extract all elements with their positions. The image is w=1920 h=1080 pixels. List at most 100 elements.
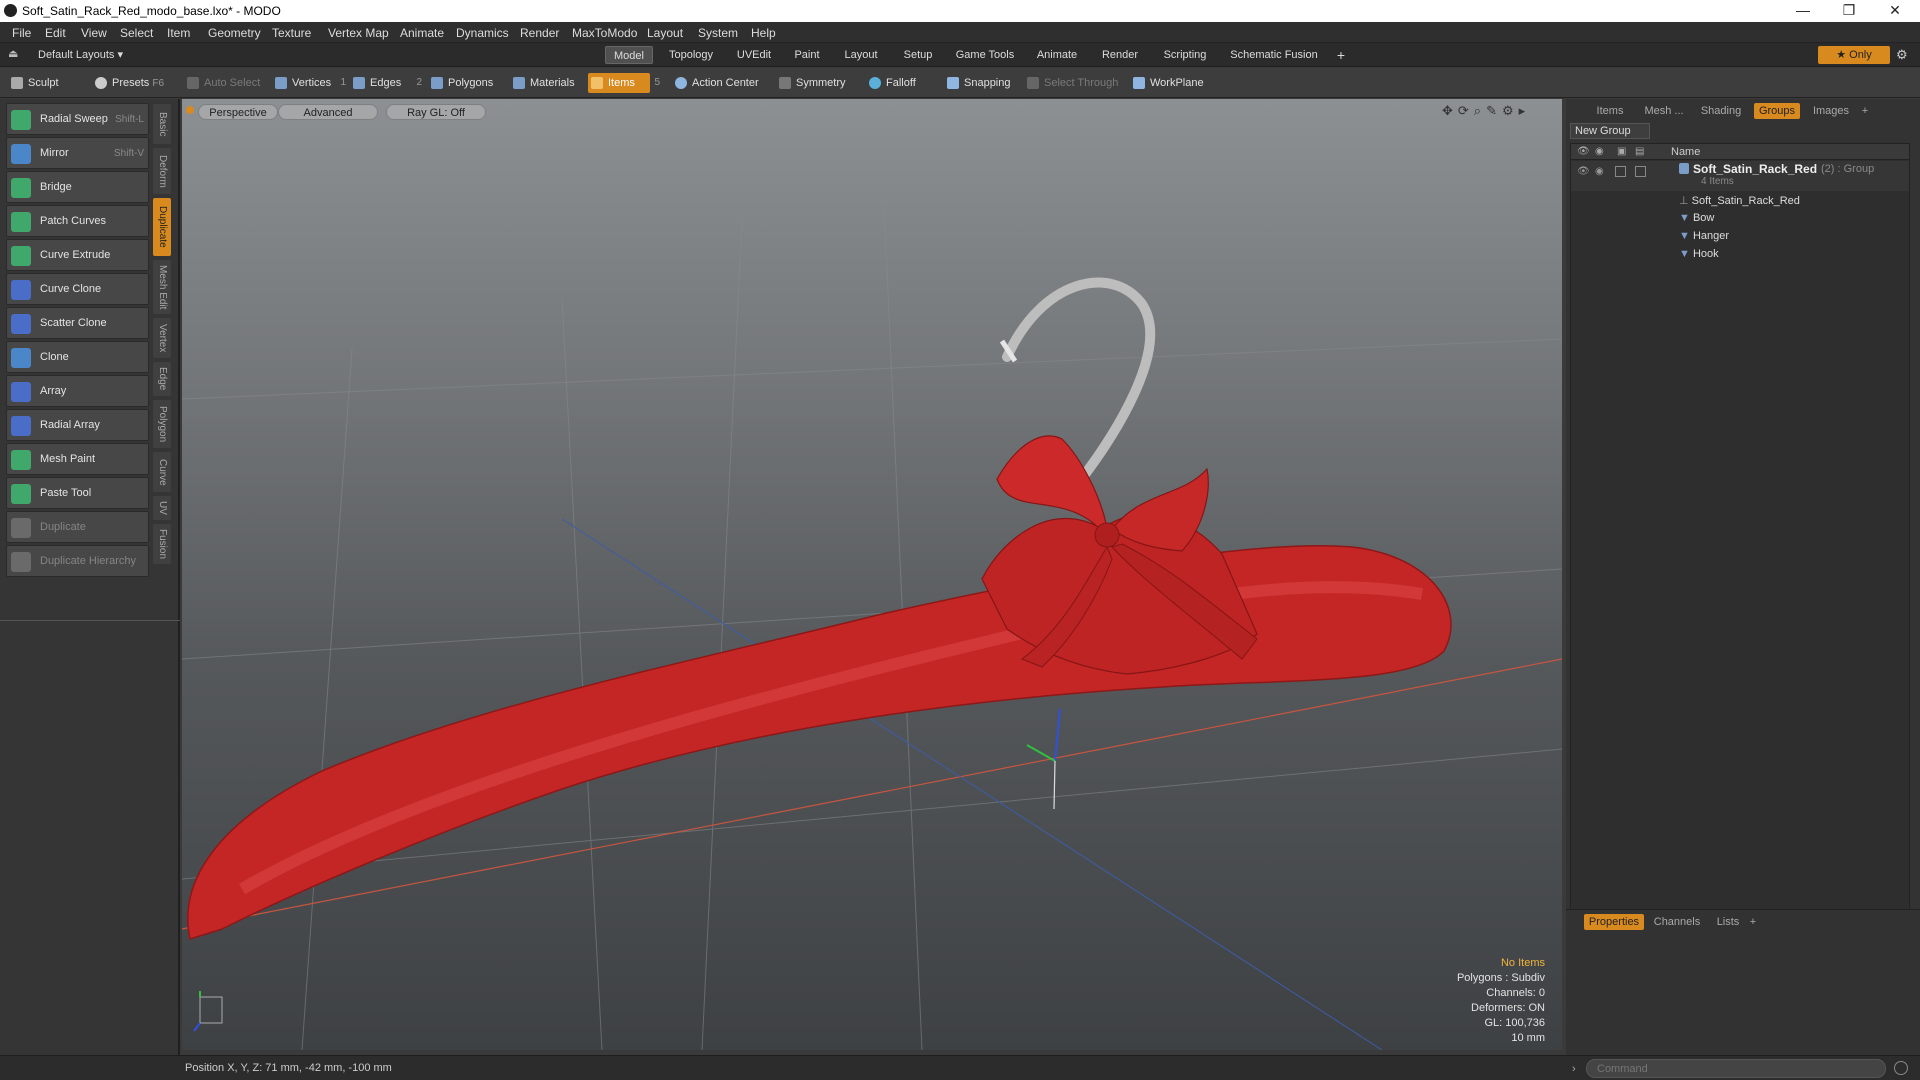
3d-viewport[interactable]: Perspective Advanced Ray GL: Off ✥⟳⌕✎⚙▸ [182,99,1562,1050]
command-history-icon[interactable] [1894,1061,1908,1075]
add-tab-button[interactable]: + [1332,46,1350,64]
tool-scatter-clone[interactable]: Scatter Clone [6,307,149,339]
tree-item-label: Hook [1692,248,1719,260]
auto-select-icon [187,77,199,89]
tab-images[interactable]: Images [1806,103,1856,119]
layout-collapse-icon[interactable]: ⏏ [8,47,20,61]
tab-shading[interactable]: Shading [1696,103,1746,119]
tool-clone[interactable]: Clone [6,341,149,373]
menu-edit[interactable]: Edit [45,26,66,40]
tool-curve-clone[interactable]: Curve Clone [6,273,149,305]
tab-groups[interactable]: Groups [1754,103,1800,119]
tool-curve-extrude[interactable]: Curve Extrude [6,239,149,271]
action-center-button[interactable]: Action Center [672,73,762,93]
tab-lists[interactable]: Lists [1710,914,1746,930]
minimize-button[interactable]: — [1788,2,1818,18]
gear-icon[interactable]: ⚙ [1896,47,1908,63]
only-toggle[interactable]: ★ Only [1818,46,1890,64]
falloff-button[interactable]: Falloff [866,73,936,93]
vtab-basic[interactable]: Basic [153,104,171,144]
tool-duplicate[interactable]: Duplicate [6,511,149,543]
tab-paint[interactable]: Paint [786,46,828,64]
vtab-polygon[interactable]: Polygon [153,400,171,448]
menu-system[interactable]: System [698,26,738,40]
default-layouts-dropdown[interactable]: Default Layouts ▾ [38,48,123,61]
tab-scripting[interactable]: Scripting [1154,46,1216,64]
polygons-button[interactable]: Polygons [428,73,498,93]
tab-setup[interactable]: Setup [894,46,942,64]
menu-geometry[interactable]: Geometry [208,26,261,40]
tool-array[interactable]: Array [6,375,149,407]
menu-maxtomodo[interactable]: MaxToModo [572,26,637,40]
vtab-mesh-edit[interactable]: Mesh Edit [153,260,171,314]
tool-patch-curves[interactable]: Patch Curves [6,205,149,237]
edges-button[interactable]: Edges 2 [350,73,422,93]
menu-layout[interactable]: Layout [647,26,683,40]
vtab-uv[interactable]: UV [153,496,171,520]
presets-button[interactable]: Presets F6 [92,73,172,93]
materials-button[interactable]: Materials [510,73,580,93]
items-button[interactable]: Items 5 [588,73,660,93]
edges-label: Edges [370,77,402,89]
gizmo-y-icon [1054,708,1061,762]
menu-render[interactable]: Render [520,26,559,40]
tool-mirror[interactable]: Mirror Shift-V [6,137,149,169]
tab-render[interactable]: Render [1092,46,1148,64]
tab-game-tools[interactable]: Game Tools [950,46,1020,64]
tool-duplicate-hierarchy[interactable]: Duplicate Hierarchy [6,545,149,577]
menu-dynamics[interactable]: Dynamics [456,26,509,40]
auto-select-button[interactable]: Auto Select [184,73,264,93]
tool-radial-array[interactable]: Radial Array [6,409,149,441]
tab-properties[interactable]: Properties [1584,914,1644,930]
render-toggle-icon[interactable]: ◉ [1595,166,1604,177]
group-row[interactable]: 👁 ◉ Soft_Satin_Rack_Red (2) : Group 4 It… [1571,161,1909,191]
tab-items[interactable]: Items [1586,103,1634,119]
vtab-duplicate[interactable]: Duplicate [153,198,171,256]
close-button[interactable]: ✕ [1880,2,1910,19]
select-checkbox[interactable] [1635,166,1646,177]
tool-radial-sweep[interactable]: Radial Sweep Shift-L [6,103,149,135]
add-panel-tab-button[interactable]: + [1858,103,1872,119]
tab-uvedit[interactable]: UVEdit [728,46,780,64]
presets-shortcut: F6 [152,78,165,89]
menu-select[interactable]: Select [120,26,153,40]
workplane-button[interactable]: WorkPlane [1130,73,1212,93]
vtab-vertex[interactable]: Vertex [153,318,171,358]
tab-animate[interactable]: Animate [1028,46,1086,64]
tree-item-bow[interactable]: ▼ Bow [1679,212,1714,224]
tab-model[interactable]: Model [605,46,653,64]
command-input[interactable] [1586,1059,1886,1078]
vtab-deform[interactable]: Deform [153,148,171,194]
menu-view[interactable]: View [81,26,107,40]
tab-schematic-fusion[interactable]: Schematic Fusion [1222,46,1326,64]
tree-item-mesh[interactable]: ⊥ Soft_Satin_Rack_Red [1679,194,1800,207]
symmetry-button[interactable]: Symmetry [776,73,851,93]
tab-channels[interactable]: Channels [1650,914,1704,930]
tool-bridge[interactable]: Bridge [6,171,149,203]
select-through-button[interactable]: Select Through [1024,73,1120,93]
vtab-curve[interactable]: Curve [153,452,171,492]
menu-help[interactable]: Help [751,26,776,40]
tool-mesh-paint[interactable]: Mesh Paint [6,443,149,475]
tab-topology[interactable]: Topology [660,46,722,64]
visibility-eye-icon[interactable]: 👁 [1577,166,1590,177]
menu-item[interactable]: Item [167,26,190,40]
sculpt-button[interactable]: Sculpt [8,73,86,93]
tree-item-hook[interactable]: ▼ Hook [1679,248,1719,260]
menu-file[interactable]: File [12,26,31,40]
tab-layout[interactable]: Layout [836,46,886,64]
vtab-edge[interactable]: Edge [153,362,171,396]
restore-button[interactable]: ❐ [1834,2,1864,19]
menu-vertex-map[interactable]: Vertex Map [328,26,389,40]
tree-item-hanger[interactable]: ▼ Hanger [1679,230,1729,242]
tab-mesh[interactable]: Mesh ... [1638,103,1690,119]
new-group-button[interactable]: New Group [1570,123,1650,139]
tool-paste-tool[interactable]: Paste Tool [6,477,149,509]
lock-checkbox[interactable] [1615,166,1626,177]
menu-texture[interactable]: Texture [272,26,311,40]
vtab-fusion[interactable]: Fusion [153,524,171,564]
snapping-button[interactable]: Snapping [944,73,1014,93]
vertices-button[interactable]: Vertices 1 [272,73,346,93]
add-properties-tab-button[interactable]: + [1746,914,1760,930]
menu-animate[interactable]: Animate [400,26,444,40]
